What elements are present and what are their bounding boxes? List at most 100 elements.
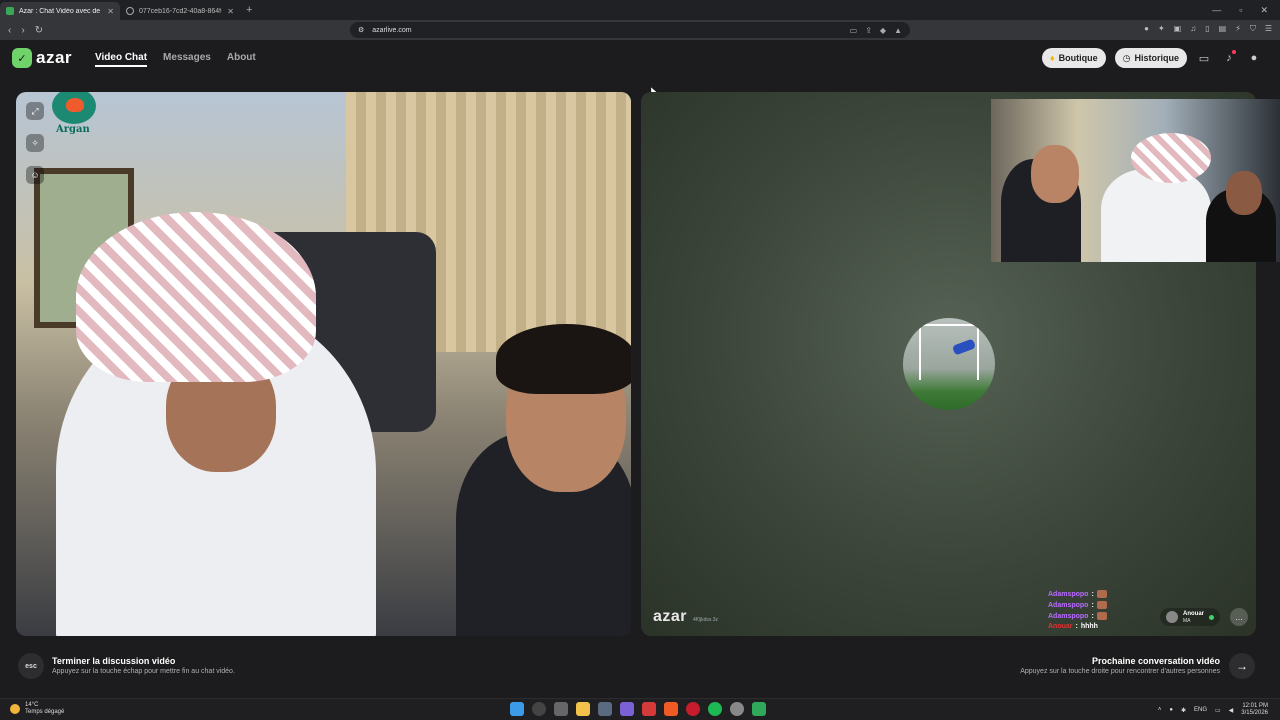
emoji-icon — [1096, 590, 1107, 598]
nav-messages[interactable]: Messages — [163, 52, 211, 67]
weather-condition: Temps dégagé — [25, 709, 65, 715]
time: 12:01 PM — [1242, 703, 1268, 709]
brave-icon[interactable] — [664, 702, 678, 716]
url-text: azarlive.com — [372, 26, 412, 34]
chat-separator: : — [1091, 601, 1094, 609]
pip-camera-overlay — [991, 99, 1280, 262]
system-tray: ˄ ● ✱ ENG ▭ ◀ 12:01 PM 3/15/2026 — [1158, 703, 1268, 717]
store-icon[interactable] — [598, 702, 612, 716]
partner-info-chip[interactable]: Anouar MA — [1160, 608, 1220, 626]
notification-dot — [1232, 50, 1236, 54]
pip-headscarf — [1131, 133, 1211, 183]
nav-about[interactable]: About — [227, 52, 256, 67]
clock[interactable]: 12:01 PM 3/15/2026 — [1241, 703, 1268, 717]
brave-shield-icon[interactable]: ◆ — [880, 26, 886, 35]
extension-icon[interactable]: ⚡ — [1235, 24, 1241, 34]
shield-icon[interactable]: ⛉ — [1250, 24, 1256, 34]
end-chat-title: Terminer la discussion vidéo — [52, 656, 176, 666]
share-icon[interactable]: ⇪ — [865, 26, 872, 35]
settings-icon[interactable] — [730, 702, 744, 716]
weather-text: 14°C Temps dégagé — [25, 702, 64, 716]
back-icon[interactable]: ‹ — [8, 25, 11, 36]
azar-logo-icon: ✓ — [12, 48, 32, 68]
nav-video-chat[interactable]: Video Chat — [95, 52, 148, 67]
esc-key-button[interactable]: esc — [18, 653, 44, 679]
magic-wand-icon[interactable]: ✧ — [26, 134, 44, 152]
bottom-controls: esc Terminer la discussion vidéo Appuyez… — [0, 646, 1280, 696]
extension-icon[interactable]: ● — [1144, 24, 1149, 34]
sidebar-icon[interactable]: ▯ — [1205, 24, 1209, 34]
profile-icon[interactable]: ● — [1246, 50, 1262, 66]
wifi-icon[interactable]: ▭ — [1215, 707, 1221, 714]
boutique-button[interactable]: ♦ Boutique — [1042, 48, 1106, 68]
chat-bubble-icon[interactable]: … — [1230, 608, 1248, 626]
pip-face — [1226, 171, 1262, 215]
tab-title: Azar : Chat Vidéo avec de no — [19, 7, 103, 15]
windows-start-icon[interactable] — [510, 702, 524, 716]
historique-button[interactable]: ◷ Historique — [1114, 48, 1187, 68]
new-tab-button[interactable]: + — [240, 4, 258, 16]
extension-icon[interactable]: ✦ — [1158, 24, 1165, 34]
logo-text: azar — [36, 48, 73, 67]
extension-icon[interactable]: ▣ — [1174, 24, 1182, 34]
app-header: ✓ azar Video Chat Messages About ♦ Bouti… — [0, 40, 1280, 78]
forward-icon[interactable]: › — [21, 25, 24, 36]
app-icon[interactable] — [752, 702, 766, 716]
close-tab-icon[interactable]: ✕ — [107, 7, 114, 16]
partner-avatar — [1166, 611, 1178, 623]
azar-logo[interactable]: ✓ azar — [12, 48, 72, 68]
extensions-area: ● ✦ ▣ ♫ ▯ ▤ ⚡ ⛉ ☰ — [1144, 24, 1272, 34]
chat-separator: : — [1091, 590, 1094, 598]
reload-icon[interactable]: ↻ — [35, 25, 43, 36]
partner-details: Anouar MA — [1183, 611, 1204, 624]
header-actions: ♦ Boutique ◷ Historique ▭ ♪ ● — [1042, 48, 1262, 68]
search-icon[interactable] — [532, 702, 546, 716]
close-window-icon[interactable]: ✕ — [1260, 5, 1268, 16]
azar-watermark: azar 4f0jkdss.3z — [653, 608, 718, 626]
date: 3/15/2026 — [1241, 710, 1268, 716]
wallet-icon[interactable]: ▤ — [1219, 24, 1227, 34]
chat-separator: : — [1075, 623, 1078, 630]
sticker-icon[interactable]: ☺ — [26, 166, 44, 184]
chat-username: Adamspopo — [1048, 590, 1089, 598]
app-icon[interactable] — [642, 702, 656, 716]
close-tab-icon[interactable]: ✕ — [227, 7, 234, 16]
cast-icon[interactable]: ▭ — [850, 26, 858, 35]
maximize-icon[interactable]: ▫ — [1239, 5, 1242, 16]
browser-tab-2[interactable]: 077ceb16-7cd2-40a8-864f-b081f4c ✕ — [120, 2, 240, 20]
bluetooth-icon[interactable]: ✱ — [1181, 707, 1186, 714]
watermark-text: azar — [653, 608, 688, 625]
expand-icon[interactable]: ⤢ — [26, 102, 44, 120]
watermark-id: 4f0jkdss.3z — [693, 617, 719, 623]
opera-icon[interactable] — [686, 702, 700, 716]
clock-icon: ◷ — [1122, 52, 1131, 63]
next-chat-hint: Appuyez sur la touche droite pour rencon… — [1020, 668, 1220, 675]
task-view-icon[interactable] — [554, 702, 568, 716]
site-info-icon[interactable]: ⚙ — [358, 26, 364, 34]
os-taskbar: 14°C Temps dégagé ˄ ● ✱ ENG ▭ ◀ 12:01 PM… — [0, 698, 1280, 720]
pip-face — [1031, 145, 1079, 203]
browser-tab-azar[interactable]: Azar : Chat Vidéo avec de no ✕ — [0, 2, 120, 20]
address-bar-actions: ▭ ⇪ ◆ ▲ — [850, 26, 910, 35]
window-controls: — ▫ ✕ — [1212, 5, 1280, 16]
language-indicator[interactable]: ENG — [1194, 707, 1207, 713]
weather-widget[interactable]: 14°C Temps dégagé — [10, 702, 64, 716]
rewards-icon[interactable]: ▲ — [894, 26, 902, 35]
chat-message: Adamspopo : — [1048, 590, 1107, 598]
inbox-icon[interactable]: ▭ — [1196, 50, 1212, 66]
boutique-label: Boutique — [1058, 53, 1098, 63]
nav-buttons: ‹ › ↻ — [0, 25, 60, 36]
volume-icon[interactable]: ◀ — [1229, 707, 1234, 714]
chevron-up-icon[interactable]: ˄ — [1158, 707, 1162, 713]
music-icon[interactable]: ♫ — [1190, 24, 1196, 34]
minimize-icon[interactable]: — — [1212, 5, 1221, 16]
menu-icon[interactable]: ☰ — [1265, 24, 1272, 34]
file-explorer-icon[interactable] — [576, 702, 590, 716]
microphone-icon[interactable]: ● — [1169, 707, 1173, 713]
bell-icon[interactable]: ♪ — [1221, 50, 1237, 66]
next-arrow-button[interactable]: → — [1229, 653, 1255, 679]
address-bar[interactable]: ⚙ azarlive.com ▭ ⇪ ◆ ▲ — [350, 22, 910, 38]
spotify-icon[interactable] — [708, 702, 722, 716]
teams-icon[interactable] — [620, 702, 634, 716]
partner-profile-avatar — [903, 318, 995, 410]
